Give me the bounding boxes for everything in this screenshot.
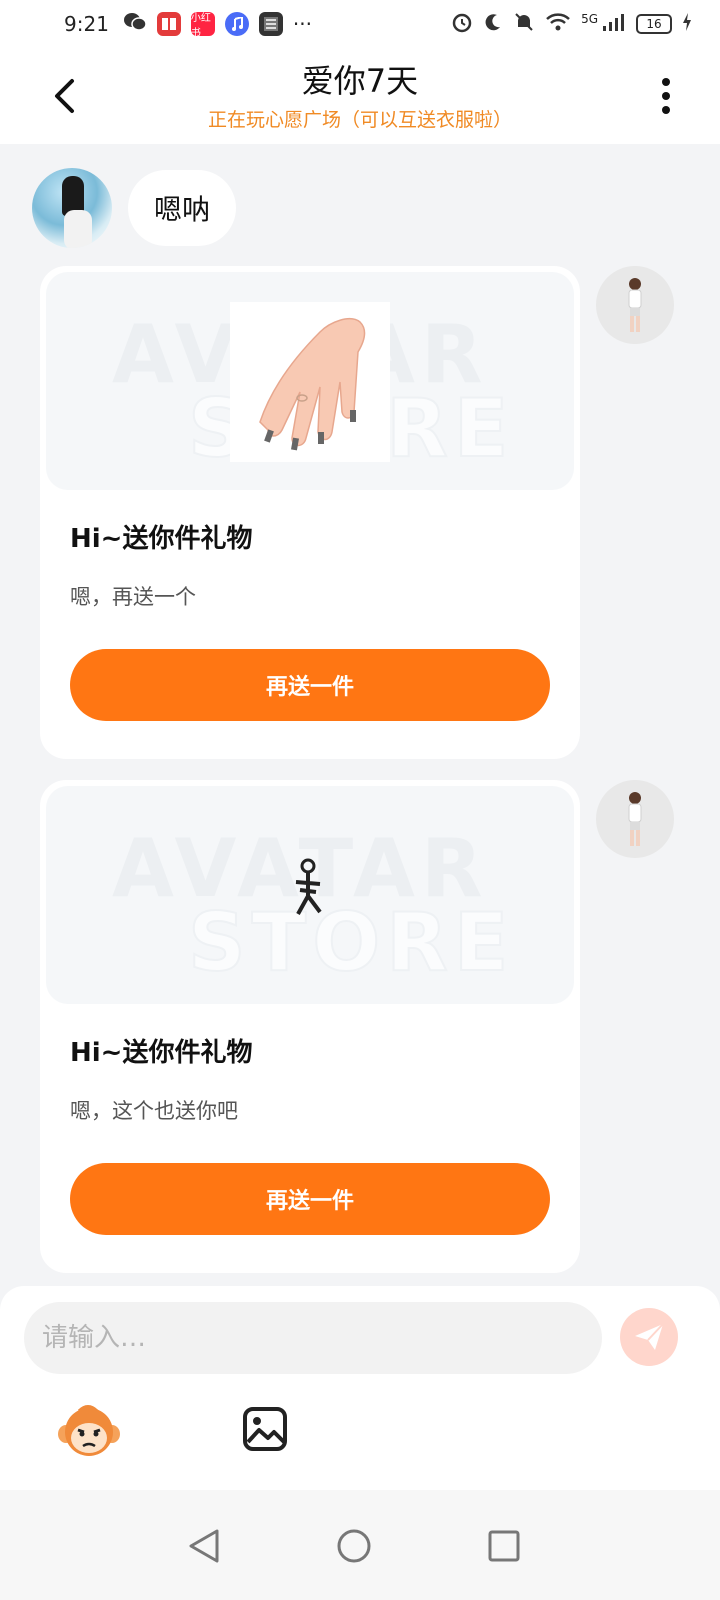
- battery-indicator: 16: [636, 14, 672, 34]
- gift-image[interactable]: AVATAR STORE: [46, 786, 574, 1004]
- emoji-button[interactable]: [58, 1404, 120, 1460]
- hand-icon: [230, 302, 390, 462]
- book-app-icon: [156, 12, 181, 36]
- chat-messages[interactable]: 嗯呐 AVATAR STORE: [0, 144, 720, 1314]
- status-right: 5G 16: [451, 11, 692, 38]
- gift-card-body: Hi~送你件礼物 嗯，再送一个 再送一件: [46, 490, 574, 753]
- more-options-button[interactable]: [642, 70, 690, 122]
- system-nav-bar: [0, 1490, 720, 1600]
- gift-title: Hi~送你件礼物: [70, 1038, 253, 1068]
- square-recents-icon: [488, 1530, 520, 1562]
- xiaohongshu-app-icon: 小红书: [190, 12, 215, 39]
- vertical-dots-icon: [662, 78, 670, 114]
- wifi-icon: [545, 12, 571, 37]
- nav-back-button[interactable]: [184, 1526, 224, 1566]
- gift-card[interactable]: AVATAR STORE Hi~送你件礼物 嗯，再送一个: [40, 266, 580, 759]
- figure-icon: [286, 856, 336, 926]
- avatar-figure-icon: [628, 792, 642, 846]
- send-another-button[interactable]: 再送一件: [70, 649, 550, 721]
- status-left: 9:21 小红书 ···: [64, 11, 312, 39]
- game-app-icon: [258, 12, 283, 36]
- my-avatar[interactable]: [596, 266, 674, 344]
- mute-bell-icon: [513, 11, 535, 38]
- gift-card-body: Hi~送你件礼物 嗯，这个也送你吧 再送一件: [46, 1004, 574, 1267]
- paper-plane-icon: [635, 1323, 664, 1350]
- image-icon: [243, 1407, 287, 1451]
- chat-title: 爱你7天: [301, 61, 419, 100]
- header-center: 爱你7天 正在玩心愿广场（可以互送衣服啦）: [208, 61, 512, 132]
- incoming-message: 嗯呐: [32, 168, 237, 248]
- music-app-icon: [224, 12, 249, 36]
- contact-avatar[interactable]: [32, 168, 112, 248]
- back-button[interactable]: [40, 70, 88, 122]
- monkey-emoji-icon: [58, 1405, 120, 1456]
- triangle-back-icon: [189, 1529, 219, 1563]
- image-picker-button[interactable]: [242, 1406, 288, 1452]
- circle-home-icon: [337, 1529, 371, 1563]
- status-bar: 9:21 小红书 ··· 5G 16: [0, 0, 720, 48]
- gift-description: 嗯，再送一个: [70, 585, 196, 609]
- gift-title: Hi~送你件礼物: [70, 524, 253, 554]
- more-notifications-icon: ···: [292, 12, 312, 36]
- chevron-left-icon: [55, 79, 74, 113]
- incoming-bubble[interactable]: 嗯呐: [128, 170, 237, 246]
- signal-icon: [602, 12, 626, 37]
- chat-subtitle[interactable]: 正在玩心愿广场（可以互送衣服啦）: [208, 105, 512, 132]
- message-input[interactable]: [24, 1302, 602, 1374]
- moon-icon: [483, 12, 503, 37]
- my-avatar[interactable]: [596, 780, 674, 858]
- send-button[interactable]: [620, 1308, 678, 1366]
- network-type: 5G: [581, 12, 598, 26]
- chat-screen: 9:21 小红书 ··· 5G 16 爱你7天 正在玩心愿广场（可以互送衣服啦）…: [0, 0, 720, 1600]
- alarm-icon: [451, 11, 473, 38]
- gift-card[interactable]: AVATAR STORE Hi~送你件礼物 嗯，这个也送你吧 再送一件: [40, 780, 580, 1273]
- message-composer: [0, 1286, 720, 1490]
- gift-description: 嗯，这个也送你吧: [70, 1099, 238, 1123]
- avatar-figure-icon: [628, 278, 642, 332]
- chat-header: 爱你7天 正在玩心愿广场（可以互送衣服啦）: [0, 48, 720, 144]
- status-time: 9:21: [64, 12, 109, 36]
- gift-image[interactable]: AVATAR STORE: [46, 272, 574, 490]
- charging-icon: [682, 12, 692, 37]
- nav-recents-button[interactable]: [484, 1526, 524, 1566]
- wechat-icon: [123, 11, 147, 38]
- nav-home-button[interactable]: [334, 1526, 374, 1566]
- send-another-button[interactable]: 再送一件: [70, 1163, 550, 1235]
